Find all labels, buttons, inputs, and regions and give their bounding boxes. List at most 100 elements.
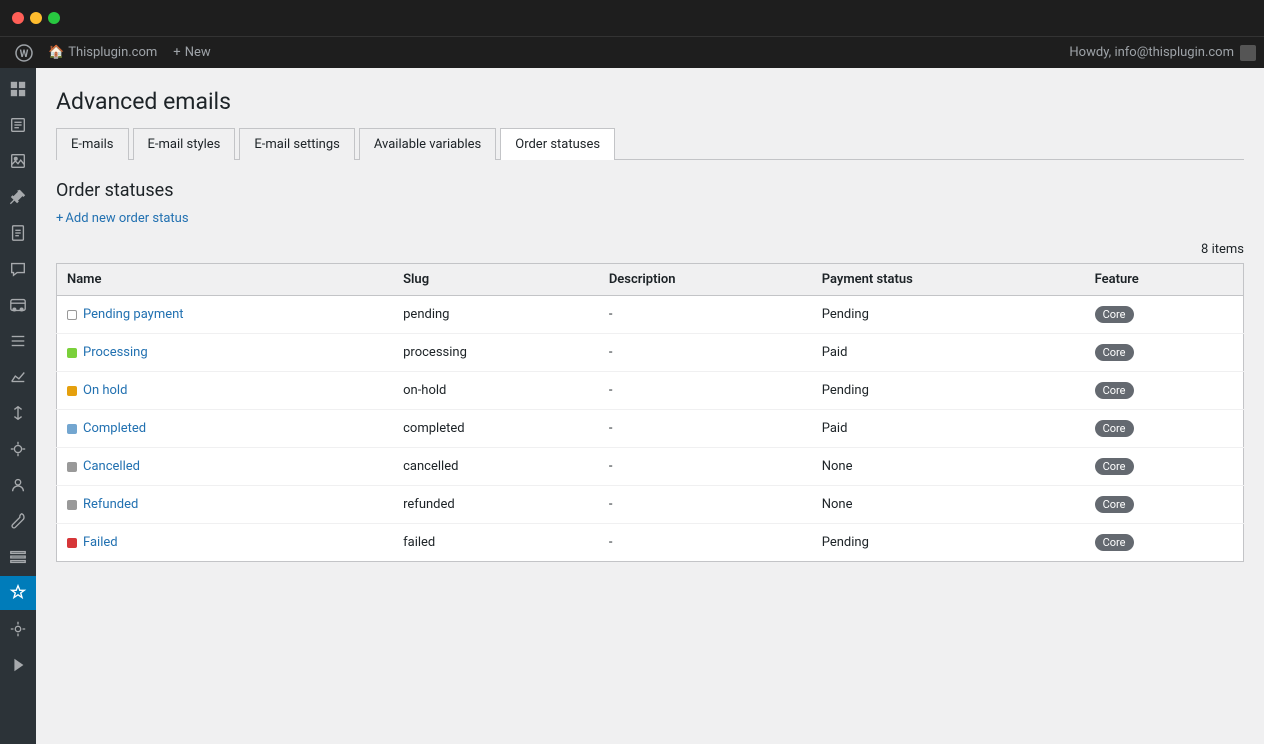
core-badge-5: Core: [1095, 496, 1134, 513]
avatar[interactable]: [1240, 45, 1256, 61]
col-slug: Slug: [393, 264, 599, 296]
howdy-text: Howdy, info@thisplugin.com: [1069, 45, 1234, 60]
sidebar-item-woocommerce[interactable]: [0, 288, 36, 322]
col-name: Name: [57, 264, 394, 296]
sidebar-item-pages[interactable]: [0, 216, 36, 250]
table-row: Completed completed - Paid Core: [57, 410, 1244, 448]
status-dot-2: [67, 386, 77, 396]
sidebar-item-products[interactable]: [0, 324, 36, 358]
plus-icon: +: [173, 45, 180, 60]
status-dot-3: [67, 424, 77, 434]
cell-description-4: -: [599, 448, 812, 486]
order-status-name-1[interactable]: Processing: [83, 345, 148, 360]
order-status-name-5[interactable]: Refunded: [83, 497, 138, 512]
sidebar-item-settings[interactable]: [0, 540, 36, 574]
sidebar: [0, 68, 36, 744]
cell-name-0: Pending payment: [57, 296, 394, 334]
tab-emails[interactable]: E-mails: [56, 128, 129, 160]
add-new-order-status-link[interactable]: + Add new order status: [56, 211, 189, 226]
site-name: Thisplugin.com: [68, 45, 157, 60]
main-content: Advanced emails E-mails E-mail styles E-…: [36, 68, 1264, 744]
table-row: Cancelled cancelled - None Core: [57, 448, 1244, 486]
sidebar-item-appearance[interactable]: [0, 432, 36, 466]
sidebar-item-tools[interactable]: [0, 504, 36, 538]
table-row: Failed failed - Pending Core: [57, 524, 1244, 562]
sidebar-item-dashboard[interactable]: [0, 72, 36, 106]
cell-slug-1: processing: [393, 334, 599, 372]
cell-description-0: -: [599, 296, 812, 334]
cell-name-6: Failed: [57, 524, 394, 562]
admin-bar-right: Howdy, info@thisplugin.com: [1069, 45, 1256, 61]
page-title: Advanced emails: [56, 88, 1244, 115]
order-status-name-4[interactable]: Cancelled: [83, 459, 140, 474]
status-dot-0: [67, 310, 77, 320]
status-dot-5: [67, 500, 77, 510]
sidebar-item-extra1[interactable]: [0, 612, 36, 646]
admin-bar: W 🏠 Thisplugin.com + New Howdy, info@thi…: [0, 36, 1264, 68]
tab-email-settings[interactable]: E-mail settings: [239, 128, 354, 160]
status-dot-1: [67, 348, 77, 358]
cell-slug-5: refunded: [393, 486, 599, 524]
cell-feature-1: Core: [1085, 334, 1244, 372]
cell-slug-3: completed: [393, 410, 599, 448]
cell-slug-0: pending: [393, 296, 599, 334]
cell-payment-6: Pending: [812, 524, 1085, 562]
order-status-name-0[interactable]: Pending payment: [83, 307, 184, 322]
sidebar-item-plugin-active[interactable]: [0, 576, 36, 610]
add-link-label: Add new order status: [65, 211, 188, 226]
order-status-name-3[interactable]: Completed: [83, 421, 146, 436]
sidebar-item-posts[interactable]: [0, 108, 36, 142]
tab-email-styles[interactable]: E-mail styles: [133, 128, 236, 160]
core-badge-2: Core: [1095, 382, 1134, 399]
order-status-name-6[interactable]: Failed: [83, 535, 118, 550]
new-menu[interactable]: + New: [165, 45, 218, 60]
cell-description-6: -: [599, 524, 812, 562]
home-icon: 🏠: [48, 45, 64, 60]
layout: Advanced emails E-mails E-mail styles E-…: [0, 68, 1264, 744]
site-link[interactable]: 🏠 Thisplugin.com: [40, 45, 165, 60]
cell-feature-6: Core: [1085, 524, 1244, 562]
maximize-button[interactable]: [48, 12, 60, 24]
cell-payment-3: Paid: [812, 410, 1085, 448]
cell-feature-4: Core: [1085, 448, 1244, 486]
minimize-button[interactable]: [30, 12, 42, 24]
close-button[interactable]: [12, 12, 24, 24]
tabs-container: E-mails E-mail styles E-mail settings Av…: [56, 127, 1244, 160]
cell-description-5: -: [599, 486, 812, 524]
sidebar-item-pin[interactable]: [0, 180, 36, 214]
order-status-name-2[interactable]: On hold: [83, 383, 127, 398]
sidebar-item-comments[interactable]: [0, 252, 36, 286]
col-description: Description: [599, 264, 812, 296]
items-count: 8 items: [56, 242, 1244, 257]
new-label: New: [185, 45, 211, 60]
plus-icon: +: [56, 211, 63, 226]
sidebar-item-marketing[interactable]: [0, 396, 36, 430]
tab-order-statuses[interactable]: Order statuses: [500, 128, 615, 160]
table-header-row: Name Slug Description Payment status Fea…: [57, 264, 1244, 296]
cell-slug-6: failed: [393, 524, 599, 562]
core-badge-6: Core: [1095, 534, 1134, 551]
cell-name-2: On hold: [57, 372, 394, 410]
table-row: Processing processing - Paid Core: [57, 334, 1244, 372]
core-badge-0: Core: [1095, 306, 1134, 323]
table-row: On hold on-hold - Pending Core: [57, 372, 1244, 410]
sidebar-item-extra2[interactable]: [0, 648, 36, 682]
cell-feature-2: Core: [1085, 372, 1244, 410]
status-dot-4: [67, 462, 77, 472]
status-dot-6: [67, 538, 77, 548]
tab-available-variables[interactable]: Available variables: [359, 128, 496, 160]
cell-description-3: -: [599, 410, 812, 448]
sidebar-item-users[interactable]: [0, 468, 36, 502]
col-payment-status: Payment status: [812, 264, 1085, 296]
cell-feature-5: Core: [1085, 486, 1244, 524]
cell-feature-0: Core: [1085, 296, 1244, 334]
sidebar-item-media[interactable]: [0, 144, 36, 178]
svg-text:W: W: [20, 49, 29, 60]
cell-name-3: Completed: [57, 410, 394, 448]
cell-slug-2: on-hold: [393, 372, 599, 410]
table-row: Pending payment pending - Pending Core: [57, 296, 1244, 334]
cell-payment-4: None: [812, 448, 1085, 486]
table-row: Refunded refunded - None Core: [57, 486, 1244, 524]
wp-logo-icon[interactable]: W: [8, 37, 40, 69]
sidebar-item-analytics[interactable]: [0, 360, 36, 394]
